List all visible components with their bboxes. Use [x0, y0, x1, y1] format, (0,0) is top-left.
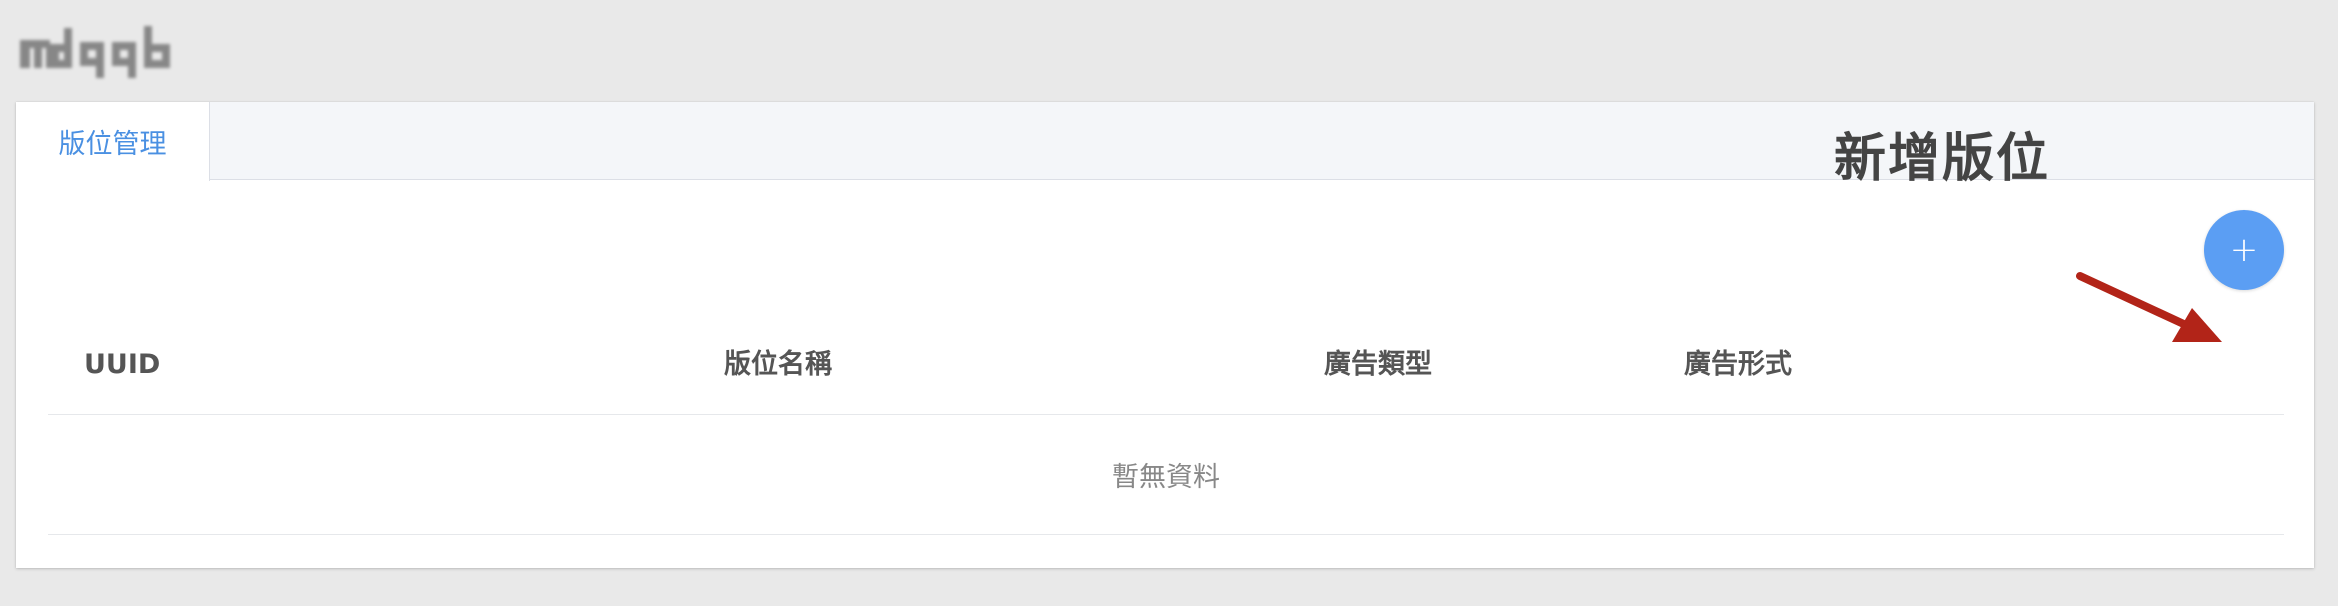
slot-table: UUID 版位名稱 廣告類型 廣告形式 暫無資料	[48, 316, 2284, 535]
empty-state-row: 暫無資料	[48, 415, 2284, 535]
logo-image	[20, 26, 170, 78]
column-header-ad-format: 廣告形式	[1684, 349, 1792, 380]
column-header-uuid: UUID	[84, 349, 161, 380]
logo	[16, 18, 176, 84]
empty-state-text: 暫無資料	[1112, 462, 1220, 493]
annotation-label: 新增版位	[1834, 129, 2051, 189]
tab-slot-management[interactable]: 版位管理	[16, 102, 210, 181]
column-header-slot-name: 版位名稱	[724, 349, 832, 380]
tab-slot-management-label: 版位管理	[58, 129, 167, 160]
column-header-ad-type: 廣告類型	[1324, 349, 1432, 380]
add-slot-button[interactable]: +	[2204, 210, 2284, 290]
main-card: 版位管理 新增版位 + UUID 版位名稱 廣告類型 廣告形式 暫無資料	[16, 102, 2314, 568]
plus-icon: +	[2229, 230, 2259, 270]
table-header: UUID 版位名稱 廣告類型 廣告形式	[48, 316, 2284, 415]
